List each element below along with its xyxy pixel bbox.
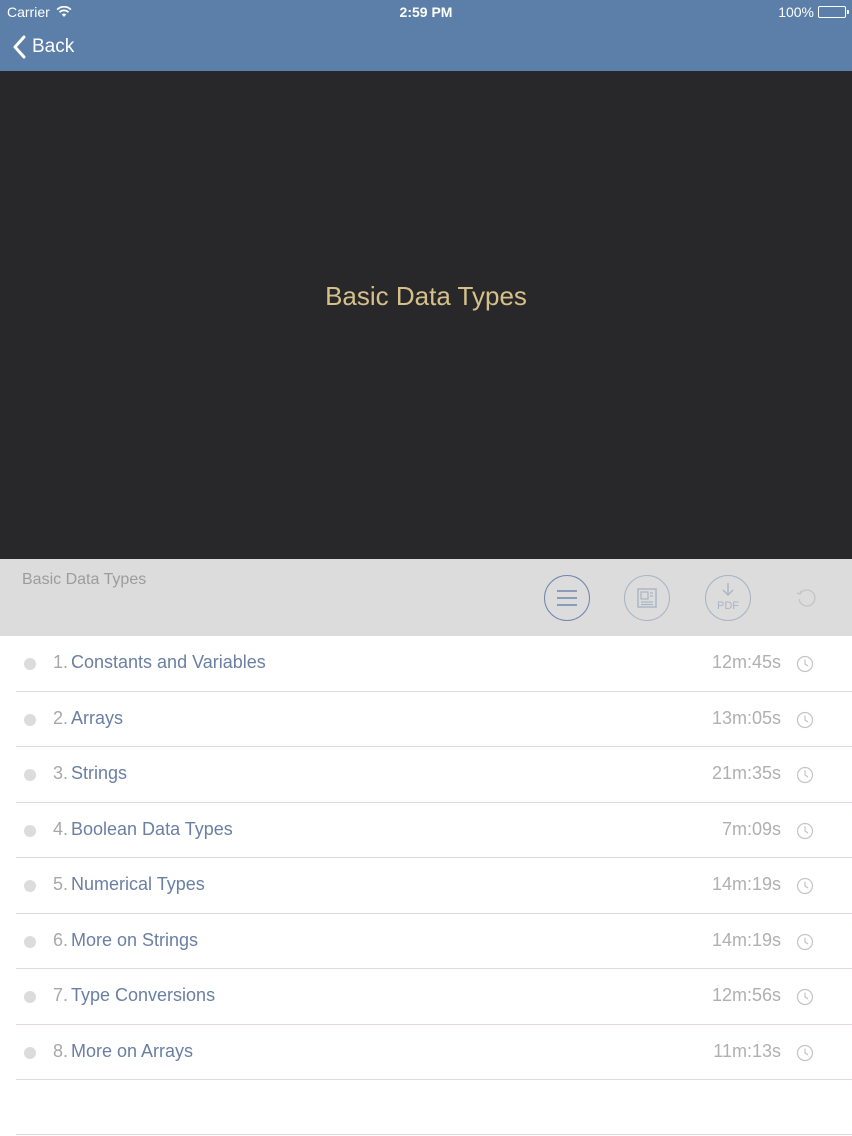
- lesson-duration: 7m:09s: [721, 818, 781, 839]
- lesson-toolbar: Basic Data Types PDF: [0, 559, 852, 636]
- clock-icon: [796, 655, 814, 673]
- lesson-number: 5.: [53, 874, 69, 894]
- lesson-row[interactable]: 7. Type Conversions 12m:56s: [16, 969, 852, 1025]
- lesson-status-dot: [24, 824, 36, 837]
- document-icon: [637, 588, 657, 608]
- lesson-duration: 13m:05s: [711, 707, 781, 728]
- lesson-number: 7.: [53, 985, 69, 1005]
- refresh-icon: [796, 589, 816, 607]
- lesson-title: Type Conversions: [71, 985, 216, 1005]
- video-title: Basic Data Types: [325, 281, 527, 311]
- clock-icon: [796, 1044, 814, 1061]
- status-bar: Carrier 2:59 PM 100%: [0, 0, 852, 24]
- clock-icon: [796, 877, 814, 895]
- lesson-row[interactable]: 8. More on Arrays 11m:13s: [16, 1025, 852, 1080]
- clock-icon: [796, 988, 814, 1006]
- chevron-left-icon: [13, 35, 26, 59]
- lesson-duration: 11m:13s: [713, 1040, 781, 1061]
- video-player[interactable]: Basic Data Types: [0, 71, 852, 559]
- refresh-button[interactable]: [784, 575, 830, 621]
- lesson-row[interactable]: 6. More on Strings 14m:19s: [16, 914, 852, 969]
- lesson-duration: 12m:45s: [711, 652, 781, 672]
- lesson-title: Numerical Types: [71, 874, 205, 894]
- lesson-row[interactable]: 2. Arrays 13m:05s: [16, 692, 852, 747]
- lesson-number: 3.: [53, 763, 69, 783]
- lesson-title: Arrays: [71, 707, 124, 728]
- lesson-list: 1. Constants and Variables 12m:45s 2. Ar…: [16, 636, 852, 1080]
- lesson-duration: 14m:19s: [711, 874, 781, 894]
- download-pdf-icon: PDF: [717, 583, 739, 612]
- status-time: 2:59 PM: [399, 4, 453, 20]
- lesson-duration: 12m:56s: [711, 985, 781, 1005]
- lesson-row[interactable]: 5. Numerical Types 14m:19s: [16, 858, 852, 914]
- lesson-title: Strings: [71, 763, 128, 783]
- toolbar-title: Basic Data Types: [22, 571, 147, 588]
- lesson-title: More on Strings: [71, 929, 199, 950]
- lesson-duration: 21m:35s: [711, 763, 781, 783]
- lesson-row[interactable]: 1. Constants and Variables 12m:45s: [16, 636, 852, 692]
- lesson-number: 2.: [53, 707, 69, 728]
- lesson-row[interactable]: 4. Boolean Data Types 7m:09s: [16, 803, 852, 858]
- lesson-title: More on Arrays: [71, 1040, 194, 1061]
- pdf-label: PDF: [717, 600, 739, 612]
- pdf-download-button[interactable]: PDF: [705, 575, 751, 621]
- lesson-title: Constants and Variables: [71, 652, 266, 672]
- lesson-title: Boolean Data Types: [71, 818, 233, 839]
- lesson-status-dot: [24, 658, 36, 670]
- battery-status: 100%: [778, 4, 849, 20]
- list-icon: [557, 590, 577, 606]
- lesson-duration: 14m:19s: [711, 929, 781, 950]
- lesson-row[interactable]: 3. Strings 21m:35s: [16, 747, 852, 803]
- bottom-divider: [16, 1134, 852, 1135]
- notes-button[interactable]: [624, 575, 670, 621]
- navigation-bar: Back: [0, 24, 852, 71]
- lesson-number: 4.: [53, 818, 69, 839]
- lesson-status-dot: [24, 769, 36, 781]
- lesson-number: 1.: [53, 652, 69, 672]
- lesson-status-dot: [24, 991, 36, 1003]
- lesson-status-dot: [24, 1046, 36, 1059]
- battery-percent: 100%: [778, 4, 814, 20]
- list-button[interactable]: [544, 575, 590, 621]
- clock-icon: [796, 711, 814, 728]
- clock-icon: [796, 822, 814, 839]
- back-label: Back: [32, 36, 75, 57]
- back-button[interactable]: Back: [12, 32, 74, 62]
- lesson-status-dot: [24, 713, 36, 726]
- lesson-number: 6.: [53, 929, 69, 950]
- lesson-status-dot: [24, 935, 36, 948]
- battery-icon: [818, 6, 849, 18]
- lesson-status-dot: [24, 880, 36, 892]
- lesson-number: 8.: [53, 1040, 69, 1061]
- clock-icon: [796, 766, 814, 784]
- clock-icon: [796, 933, 814, 950]
